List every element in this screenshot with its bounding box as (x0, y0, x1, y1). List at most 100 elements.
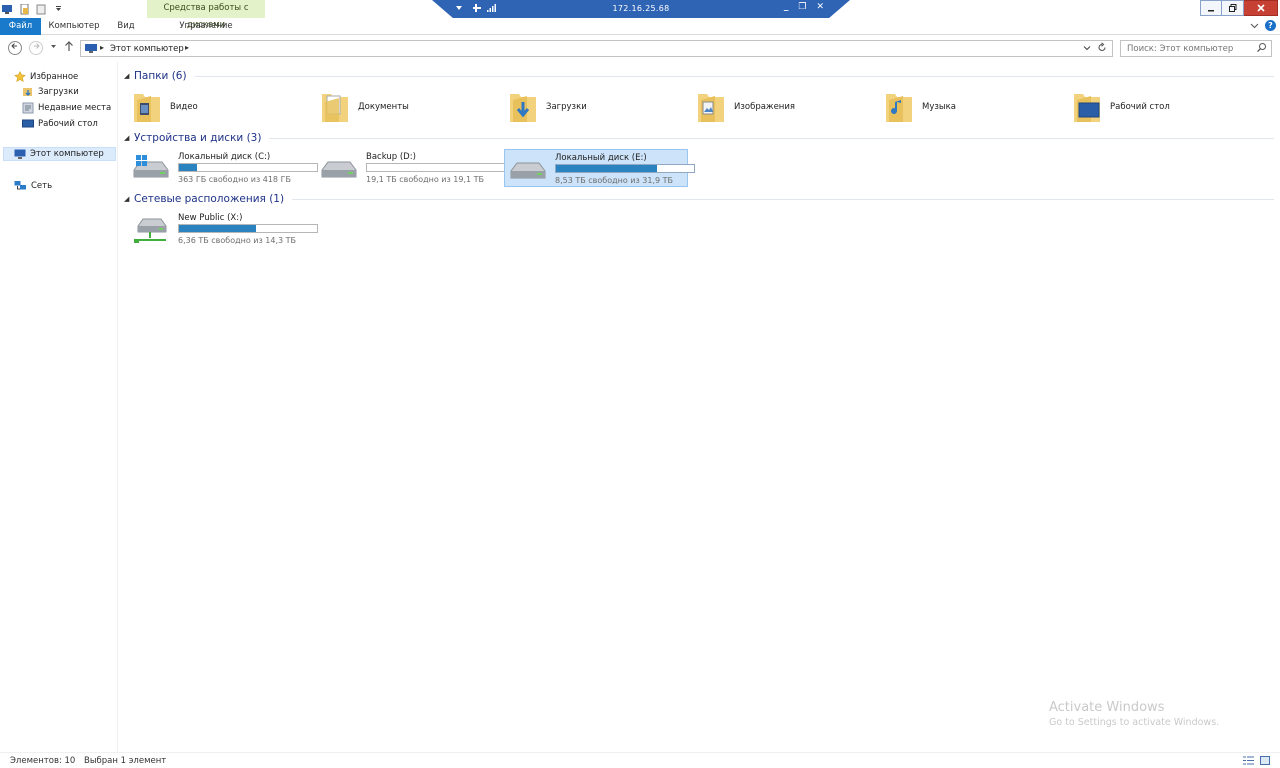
tab-manage[interactable]: Управление (147, 18, 265, 35)
drive-usage-bar (178, 224, 318, 233)
customize-qat-icon[interactable] (53, 4, 64, 15)
drive-item-c[interactable]: Локальный диск (C:) 363 ГБ свободно из 4… (128, 149, 318, 187)
drive-usage-fill (179, 225, 257, 232)
pictures-folder-icon (698, 94, 724, 122)
nav-label: Рабочий стол (38, 119, 98, 129)
window-controls (1200, 0, 1278, 16)
folder-item-documents[interactable]: Документы (320, 88, 500, 126)
close-icon (1256, 4, 1265, 12)
breadcrumb-this-pc[interactable]: Этот компьютер (110, 44, 184, 54)
folder-item-pictures[interactable]: Изображения (696, 88, 876, 126)
navigation-pane: Избранное Загрузки Недавние места Рабочи… (0, 62, 118, 752)
forward-button[interactable] (29, 41, 43, 55)
status-item-count: Элементов: 10 (10, 756, 76, 766)
drive-item-d[interactable]: Backup (D:) 19,1 ТБ свободно из 19,1 ТБ (316, 149, 506, 187)
this-pc-icon (85, 44, 97, 53)
system-drive-icon (133, 155, 169, 178)
drive-free-space: 6,36 ТБ свободно из 14,3 ТБ (178, 236, 297, 245)
tab-computer[interactable]: Компьютер (46, 18, 102, 35)
hard-drive-icon (510, 162, 546, 179)
group-title: Папки (6) (134, 70, 187, 82)
nav-network[interactable]: Сеть (14, 179, 52, 193)
search-box[interactable] (1120, 40, 1272, 57)
breadcrumb-separator-icon[interactable]: ▸ (100, 43, 104, 52)
restore-icon (1228, 4, 1236, 12)
group-title: Сетевые расположения (1) (134, 193, 285, 205)
collapse-triangle-icon[interactable]: ◢ (124, 134, 134, 142)
folder-item-music[interactable]: Музыка (884, 88, 1064, 126)
remote-desktop-connection-bar[interactable]: 172.16.25.68 _ ❐ ✕ (432, 0, 850, 18)
drive-usage-bar (366, 163, 506, 172)
drive-usage-fill (556, 165, 657, 172)
refresh-icon[interactable] (1097, 42, 1107, 53)
folder-name: Документы (358, 102, 409, 112)
nav-desktop[interactable]: Рабочий стол (22, 117, 98, 131)
drive-usage-bar (555, 164, 695, 173)
breadcrumb-separator-icon[interactable]: ▸ (185, 43, 189, 52)
tab-view[interactable]: Вид (108, 18, 144, 35)
recent-places-icon (22, 102, 34, 114)
folder-name: Загрузки (546, 102, 587, 112)
rdp-minimize-button[interactable]: _ (784, 2, 789, 12)
details-view-icon[interactable] (1243, 756, 1254, 765)
group-divider (269, 137, 1274, 139)
network-drive-icon (134, 218, 167, 243)
desktop-icon (22, 119, 34, 128)
quick-access-toolbar (2, 2, 64, 16)
group-header-devices[interactable]: ◢ Устройства и диски (3) (124, 131, 1274, 145)
expand-ribbon-icon[interactable] (1250, 21, 1259, 30)
documents-folder-icon (322, 94, 348, 122)
address-bar[interactable]: ▸ Этот компьютер ▸ (80, 40, 1113, 57)
nav-favorites[interactable]: Избранное (14, 70, 78, 84)
collapse-triangle-icon[interactable]: ◢ (124, 195, 134, 203)
help-icon[interactable]: ? (1265, 20, 1276, 31)
network-drive-item-x[interactable]: New Public (X:) 6,36 ТБ свободно из 14,3… (128, 210, 318, 248)
network-icon (14, 181, 26, 190)
search-input[interactable] (1121, 41, 1251, 56)
large-icons-view-icon[interactable] (1260, 756, 1270, 765)
group-header-network[interactable]: ◢ Сетевые расположения (1) (124, 192, 1274, 206)
drive-free-space: 8,53 ТБ свободно из 31,9 ТБ (555, 176, 674, 185)
recent-locations-dropdown-icon[interactable] (50, 43, 57, 50)
group-header-folders[interactable]: ◢ Папки (6) (124, 69, 1274, 83)
restore-button[interactable] (1222, 0, 1244, 16)
nav-downloads[interactable]: Загрузки (22, 85, 79, 99)
drive-usage-fill (179, 164, 197, 171)
nav-label: Загрузки (38, 87, 79, 97)
drive-free-space: 363 ГБ свободно из 418 ГБ (178, 175, 291, 184)
drive-name: Backup (D:) (366, 152, 416, 162)
arrow-right-icon (34, 43, 40, 49)
contextual-tab-disk-tools: Средства работы с дисками (147, 0, 265, 30)
collapse-triangle-icon[interactable]: ◢ (124, 72, 134, 80)
group-divider (194, 75, 1274, 77)
nav-recent-places[interactable]: Недавние места (22, 101, 111, 115)
navigation-row: ▸ Этот компьютер ▸ (0, 37, 1280, 59)
tab-file[interactable]: Файл (0, 18, 41, 35)
drive-item-e[interactable]: Локальный диск (E:) 8,53 ТБ свободно из … (504, 149, 695, 187)
search-icon[interactable] (1256, 42, 1267, 53)
drive-name: Локальный диск (C:) (178, 152, 271, 162)
music-folder-icon (886, 94, 912, 122)
folder-item-downloads[interactable]: Загрузки (508, 88, 688, 126)
address-history-dropdown-icon[interactable] (1083, 44, 1091, 52)
drive-name: New Public (X:) (178, 213, 243, 223)
folder-name: Рабочий стол (1110, 102, 1170, 112)
rdp-close-button[interactable]: ✕ (816, 2, 824, 12)
minimize-button[interactable] (1200, 0, 1222, 16)
folder-item-video[interactable]: Видео (132, 88, 312, 126)
downloads-folder-icon (510, 94, 536, 122)
back-button[interactable] (8, 41, 22, 55)
drive-usage-bar (178, 163, 318, 172)
nav-this-pc[interactable]: Этот компьютер (3, 147, 116, 161)
watermark-title: Activate Windows (1049, 700, 1165, 715)
folder-item-desktop[interactable]: Рабочий стол (1072, 88, 1252, 126)
rdp-restore-button[interactable]: ❐ (798, 2, 806, 12)
drive-name: Локальный диск (E:) (555, 153, 647, 163)
properties-icon[interactable] (19, 3, 30, 15)
this-pc-icon[interactable] (2, 4, 13, 15)
nav-label: Этот компьютер (30, 149, 104, 159)
close-button[interactable] (1244, 0, 1278, 16)
new-folder-icon[interactable] (36, 4, 47, 15)
up-arrow-icon[interactable] (64, 40, 74, 52)
this-pc-icon (14, 149, 26, 159)
